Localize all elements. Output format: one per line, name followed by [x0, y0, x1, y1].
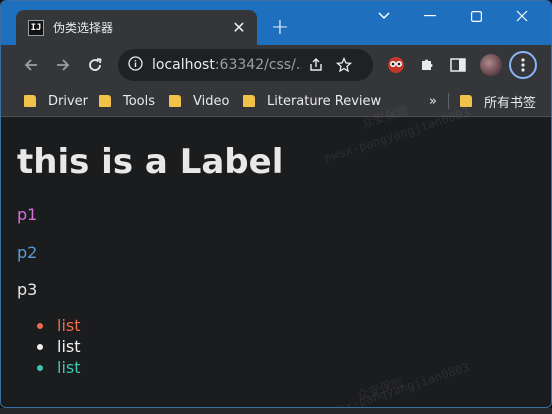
- share-icon[interactable]: [302, 57, 330, 73]
- page-heading: this is a Label: [17, 142, 284, 182]
- active-tab[interactable]: IJ 伪类选择器 ✕: [16, 10, 257, 45]
- folder-icon: [243, 95, 255, 107]
- url-path: :63342/css/...: [214, 57, 302, 73]
- list-item-text: list: [57, 358, 81, 377]
- chrome-menu-button[interactable]: [507, 49, 539, 81]
- tab-search-chevron-icon[interactable]: [361, 1, 407, 31]
- more-vertical-icon: [509, 51, 537, 79]
- bullet: [37, 323, 43, 329]
- desktop-background: [0, 408, 552, 414]
- reload-icon[interactable]: [79, 49, 111, 81]
- url-host: localhost: [152, 57, 215, 73]
- page-content: this is a Label p1 p2 p3 list list list …: [1, 103, 551, 408]
- folder-icon: [24, 95, 36, 107]
- browser-toolbar: localhost:63342/css/...: [1, 45, 551, 85]
- profile-avatar[interactable]: [475, 49, 507, 81]
- bookmark-folder-all[interactable]: 所有书签: [460, 85, 536, 117]
- bookmark-star-icon[interactable]: [330, 57, 358, 73]
- folder-icon: [99, 95, 111, 107]
- bookmark-folder-tools[interactable]: Tools: [99, 85, 155, 117]
- bullet: [37, 344, 43, 350]
- minimize-button[interactable]: [407, 1, 453, 31]
- extension-eyes-icon[interactable]: [380, 49, 412, 81]
- paragraph-p3: p3: [17, 280, 38, 299]
- list-item: list: [37, 315, 81, 336]
- bookmarks-divider: [448, 93, 449, 109]
- list-item: list: [37, 336, 81, 357]
- new-tab-button[interactable]: +: [267, 14, 293, 40]
- url-text: localhost:63342/css/...: [152, 57, 302, 73]
- list-item: list: [37, 357, 81, 378]
- site-info-icon[interactable]: [128, 55, 146, 75]
- folder-icon: [169, 95, 181, 107]
- bookmarks-overflow-chevron-icon[interactable]: »: [429, 85, 437, 117]
- address-bar[interactable]: localhost:63342/css/...: [118, 49, 373, 81]
- bullet: [37, 365, 43, 371]
- list-item-text: list: [57, 316, 81, 335]
- paragraph-p1: p1: [17, 205, 38, 224]
- bookmark-label: Video: [193, 93, 230, 109]
- back-arrow-icon[interactable]: [15, 49, 47, 81]
- watermark: nwsx-pangyangjian0803: [322, 359, 472, 408]
- bookmark-label: Driver: [48, 93, 89, 109]
- extensions-puzzle-icon[interactable]: [411, 49, 443, 81]
- bookmarks-bar: Driver Tools Video Literature Review » 所…: [1, 85, 551, 117]
- watermark: 众安保险: [355, 374, 406, 404]
- bookmark-folder-video[interactable]: Video: [169, 85, 229, 117]
- bookmark-label: Literature Review: [267, 93, 382, 109]
- avatar: [480, 54, 502, 76]
- forward-arrow-icon[interactable]: [47, 49, 79, 81]
- intellij-favicon-icon: IJ: [28, 19, 44, 36]
- list: list list list: [37, 315, 81, 378]
- bookmark-folder-literature-review[interactable]: Literature Review: [243, 85, 381, 117]
- bookmark-label: Tools: [123, 93, 156, 109]
- maximize-button[interactable]: [453, 1, 499, 31]
- folder-icon: [460, 95, 472, 107]
- list-item-text: list: [57, 337, 81, 356]
- side-panel-icon[interactable]: [442, 49, 474, 81]
- close-window-button[interactable]: [499, 1, 545, 31]
- paragraph-p2: p2: [17, 243, 38, 262]
- bookmark-label: 所有书签: [484, 95, 537, 111]
- tab-strip: IJ 伪类选择器 ✕ +: [1, 1, 551, 45]
- browser-window: IJ 伪类选择器 ✕ + localhost:63342/css/... Dri…: [0, 0, 552, 408]
- bookmark-folder-driver[interactable]: Driver: [24, 85, 88, 117]
- tab-close-icon[interactable]: ✕: [227, 16, 251, 40]
- tab-title: 伪类选择器: [53, 21, 114, 35]
